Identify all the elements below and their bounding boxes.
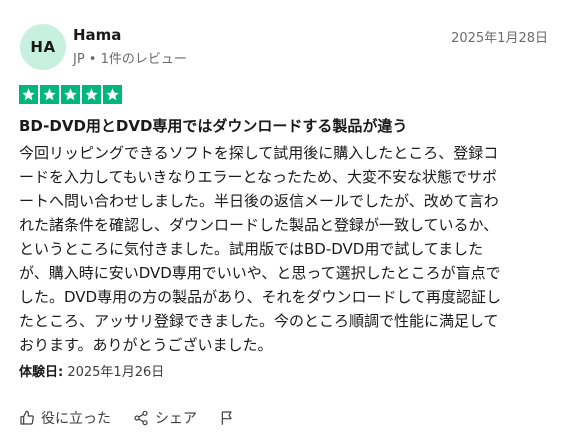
- avatar: HA: [20, 24, 66, 70]
- review-line: ートへ問い合わせしました。半日後の返信メールでしたが、改めて言わ: [19, 192, 499, 210]
- star-icon: [19, 85, 38, 104]
- experience-label: 体験日:: [19, 365, 64, 380]
- review-line: れた諸条件を確認し、ダウンロードした製品と登録が一致しているか、: [19, 216, 499, 234]
- review-actions: 役に立った シェア: [19, 408, 257, 428]
- share-icon: [133, 410, 149, 426]
- star-rating: [19, 85, 122, 104]
- star-icon: [103, 85, 122, 104]
- review-line: 今回リッピングできるソフトを探して試用後に購入したところ、登録コ: [19, 144, 499, 162]
- review-body: 今回リッピングできるソフトを探して試用後に購入したところ、登録コ ードを入力して…: [19, 141, 544, 357]
- review-line: した。DVD専用の方の製品があり、それをダウンロードして再度認証し: [19, 288, 502, 306]
- experience-date: 体験日: 2025年1月26日: [19, 361, 164, 380]
- experience-value: 2025年1月26日: [67, 365, 165, 380]
- helpful-label: 役に立った: [41, 411, 111, 427]
- star-icon: [61, 85, 80, 104]
- reviewer-name[interactable]: Hama: [73, 26, 121, 44]
- reviewer-meta: JP • 1件のレビュー: [73, 52, 187, 67]
- flag-icon: [219, 410, 235, 426]
- share-button[interactable]: シェア: [133, 408, 197, 428]
- review-line: おります。ありがとうございました。: [19, 336, 273, 354]
- star-icon: [82, 85, 101, 104]
- review-line: ードを入力してもいきなりエラーとなったため、大変不安な状態でサポ: [19, 168, 498, 186]
- helpful-button[interactable]: 役に立った: [19, 408, 111, 428]
- review-line: というところに気付きました。試用版ではBD-DVD用で試してました: [19, 240, 484, 258]
- review-date: 2025年1月28日: [451, 31, 548, 46]
- review-line: たところ、アッサリ登録できました。今のところ順調で性能に満足して: [19, 312, 499, 330]
- review-title: BD-DVD用とDVD専用ではダウンロードする製品が違う: [19, 117, 408, 135]
- share-label: シェア: [155, 411, 197, 427]
- thumbs-up-icon: [19, 410, 35, 426]
- report-button[interactable]: [219, 410, 235, 426]
- star-icon: [40, 85, 59, 104]
- review-line: が、購入時に安いDVD専用でいいや、と思って選択したところが盲点で: [19, 264, 501, 282]
